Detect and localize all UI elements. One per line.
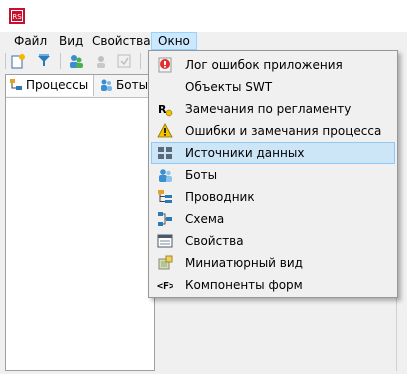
data-sources-icon [158, 147, 172, 159]
svg-text:<F>: <F> [157, 281, 173, 292]
menu-item-label: Свойства [185, 234, 244, 248]
app-logo-icon: RS [9, 8, 25, 24]
svg-text:R: R [158, 103, 167, 116]
form-components-icon: <F> [157, 281, 173, 292]
new-icon[interactable] [10, 53, 26, 69]
title-bar: RS [0, 0, 407, 32]
menu-item-label: Миниатюрный вид [185, 256, 303, 270]
properties-icon [157, 234, 173, 248]
menu-view[interactable]: Вид [53, 32, 89, 50]
explorer-icon [158, 190, 172, 203]
menu-item-form-components[interactable]: <F> Компоненты форм [151, 274, 395, 296]
processes-icon [10, 79, 22, 90]
menu-bar: Файл Вид Свойства Окно [0, 32, 407, 50]
menu-item-bots[interactable]: Боты [151, 164, 395, 186]
tab-bots-label: Боты [116, 78, 149, 92]
toolbar-grip [5, 53, 6, 69]
disabled-tool-icon[interactable] [93, 53, 109, 69]
schema-icon [158, 212, 172, 226]
svg-text:RS: RS [12, 13, 22, 21]
menu-item-label: Объекты SWT [185, 80, 273, 94]
tab-processes-label: Процессы [26, 78, 89, 92]
menu-properties[interactable]: Свойства [86, 32, 157, 50]
menu-item-label: Замечания по регламенту [185, 102, 352, 116]
warning-icon [157, 123, 173, 138]
menu-item-data-sources[interactable]: Источники данных [151, 142, 395, 164]
bots-icon [159, 169, 172, 182]
menu-item-label: Схема [185, 212, 225, 226]
menu-item-error-log[interactable]: Лог ошибок приложения [151, 54, 395, 76]
menu-item-label: Боты [185, 168, 218, 182]
thumbnail-icon [158, 255, 173, 270]
menu-item-swt-objects[interactable]: Объекты SWT [151, 76, 395, 98]
menu-item-properties[interactable]: Свойства [151, 230, 395, 252]
toolbar-separator [140, 53, 141, 69]
reglament-icon: R [158, 103, 173, 117]
error-log-icon [158, 57, 172, 73]
disabled-tool-icon[interactable] [116, 53, 132, 69]
menu-item-process-errors[interactable]: Ошибки и замечания процесса [151, 120, 395, 142]
menu-item-label: Лог ошибок приложения [185, 58, 343, 72]
window-menu-dropdown: Лог ошибок приложения Объекты SWT R Заме… [148, 50, 398, 298]
menu-item-label: Ошибки и замечания процесса [185, 124, 382, 138]
left-panel [5, 74, 155, 371]
bots-icon [101, 79, 112, 91]
toolbar-separator [60, 53, 61, 69]
menu-window[interactable]: Окно [151, 32, 197, 50]
menu-item-label: Проводник [185, 190, 255, 204]
menu-item-label: Компоненты форм [185, 278, 303, 292]
filter-icon[interactable] [36, 53, 52, 69]
menu-file[interactable]: Файл [8, 32, 53, 50]
menu-item-thumbnail-view[interactable]: Миниатюрный вид [151, 252, 395, 274]
users-icon[interactable] [68, 53, 84, 69]
tab-processes[interactable]: Процессы [6, 75, 94, 96]
menu-item-reglament-notes[interactable]: R Замечания по регламенту [151, 98, 395, 120]
panel-tabs: Процессы Боты [6, 75, 154, 98]
menu-item-label: Источники данных [185, 146, 305, 160]
menu-item-schema[interactable]: Схема [151, 208, 395, 230]
menu-item-explorer[interactable]: Проводник [151, 186, 395, 208]
